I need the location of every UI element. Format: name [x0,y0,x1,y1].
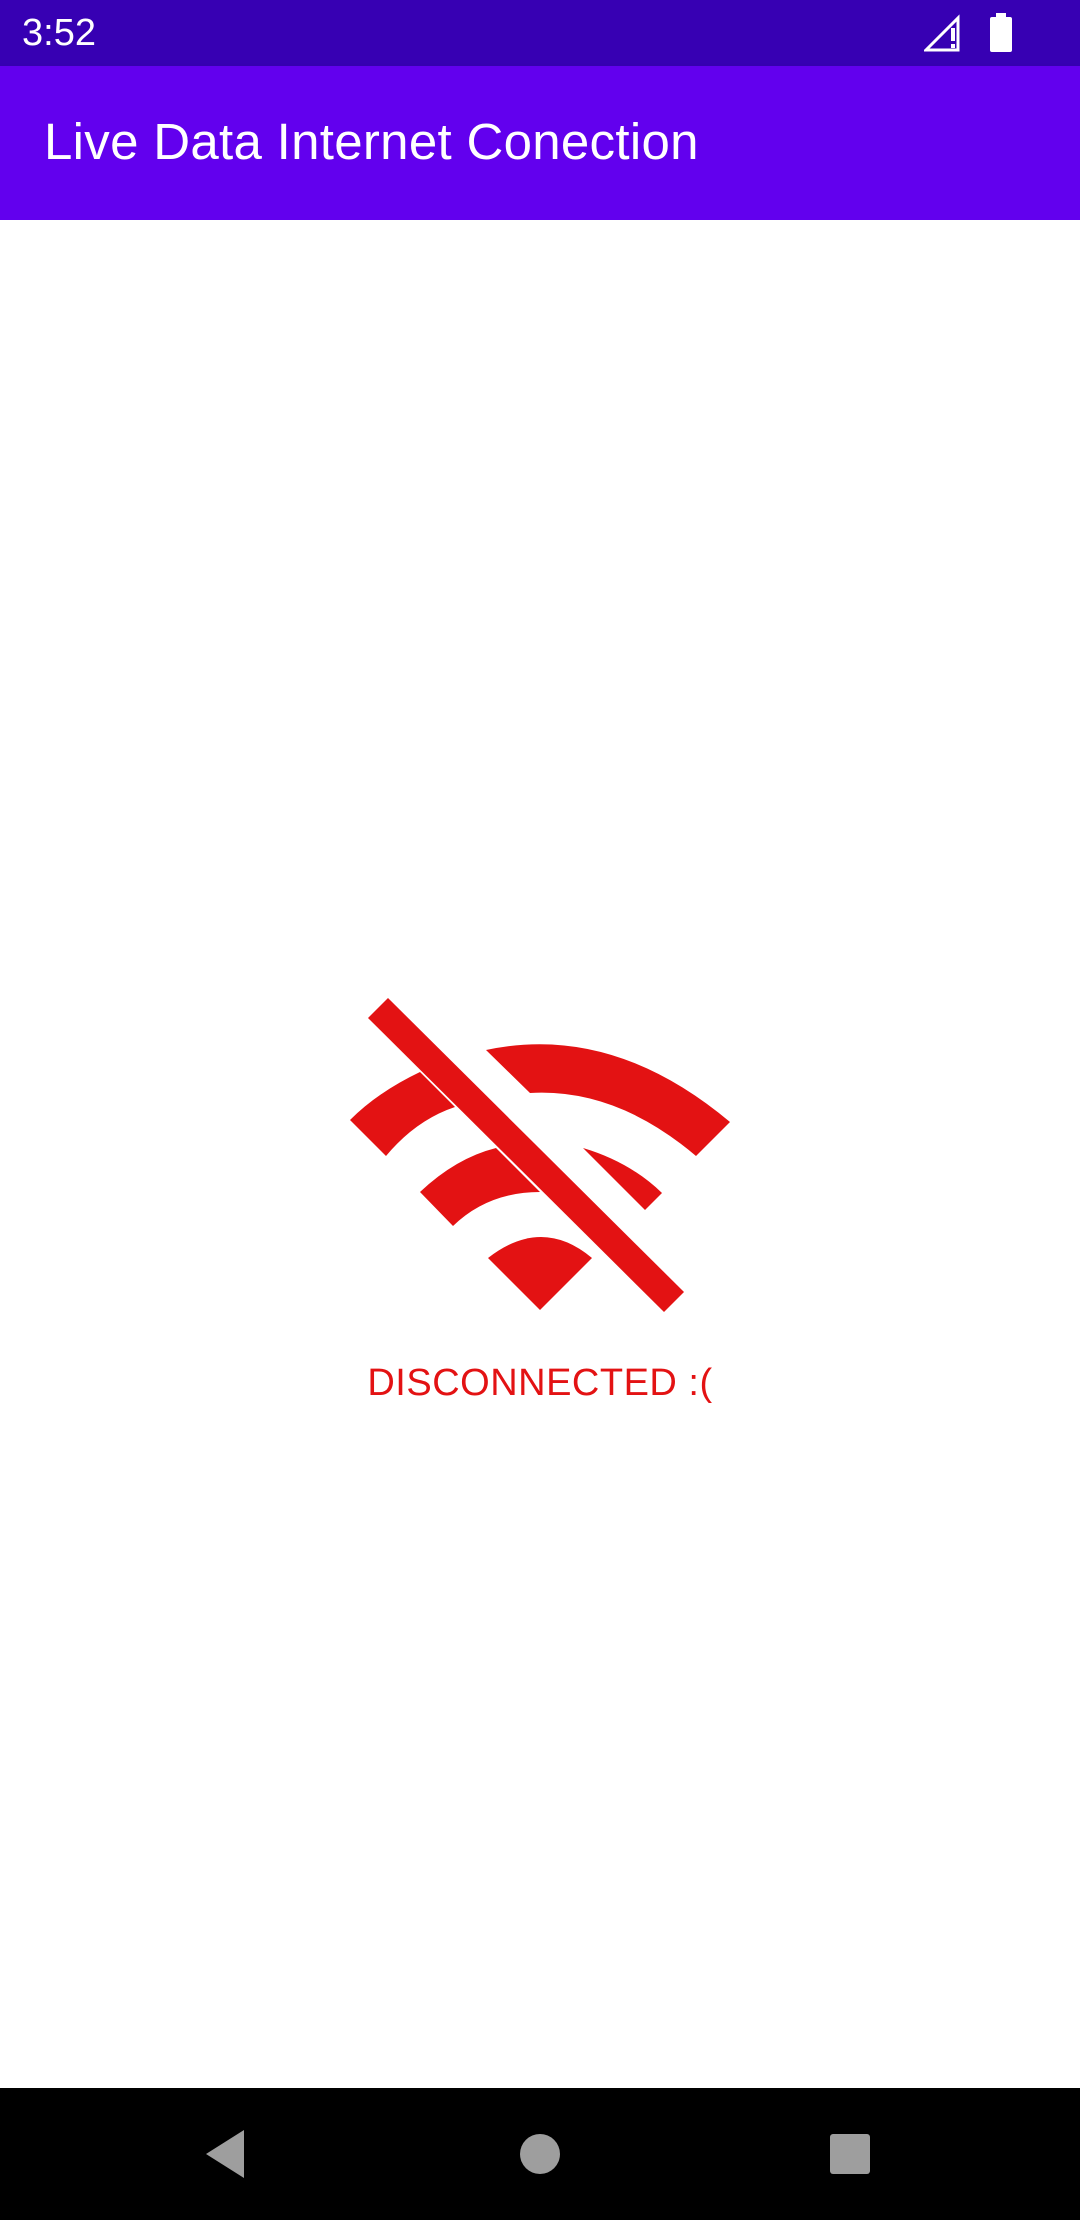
status-bar: 3:52 [0,0,1080,66]
connection-status-text: DISCONNECTED :( [367,1362,713,1404]
main-content: DISCONNECTED :( [0,220,1080,2088]
back-icon [206,2130,244,2178]
app-title: Live Data Internet Conection [44,113,699,170]
screen: 3:52 Live Data Internet Conection DISCON… [0,0,1080,2220]
recents-icon [830,2134,870,2174]
battery-full-icon [990,13,1012,52]
wifi-off-icon [350,998,730,1312]
signal-no-data-icon [924,14,960,52]
app-bar: Live Data Internet Conection [0,66,1080,220]
navigation-bar [0,2088,1080,2220]
back-button[interactable] [168,2088,288,2220]
home-button[interactable] [480,2088,600,2220]
home-icon [520,2134,560,2174]
status-time: 3:52 [22,12,96,54]
status-icons [880,0,1080,66]
recents-button[interactable] [790,2088,910,2220]
